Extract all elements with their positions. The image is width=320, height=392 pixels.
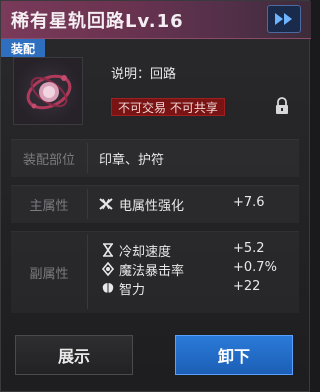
slot-label: 装配部位 xyxy=(22,153,75,168)
unequip-button[interactable]: 卸下 xyxy=(175,335,293,375)
main-attr-label: 主属性 xyxy=(29,199,69,214)
main-attr-divider xyxy=(87,189,88,219)
sub-attr-name-3: 智力 xyxy=(119,283,146,298)
sub-attr-value-2: +0.7% xyxy=(233,260,277,275)
sub-attr-name-1: 冷却速度 xyxy=(119,245,172,260)
circuit-item-icon xyxy=(26,74,72,110)
lock-icon[interactable] xyxy=(273,97,291,115)
sub-attr-value-3: +22 xyxy=(233,279,261,294)
main-attr-name: 电属性强化 xyxy=(119,199,185,214)
item-title: 稀有星轨回路Lv.16 xyxy=(11,11,184,32)
slot-divider xyxy=(87,143,88,173)
electric-attr-icon xyxy=(99,198,113,210)
hourglass-icon xyxy=(103,243,113,257)
slot-value: 印章、护符 xyxy=(99,153,165,168)
fast-forward-icon xyxy=(275,13,292,25)
item-icon-frame[interactable] xyxy=(13,57,83,125)
show-button[interactable]: 展示 xyxy=(15,335,133,375)
sub-attr-divider xyxy=(87,235,88,309)
item-tooltip-panel: 稀有星轨回路Lv.16 装配 说明：回路 不可交易 不可共享 装配部位 印章、护… xyxy=(0,0,311,392)
magic-crit-icon xyxy=(101,262,115,276)
fast-forward-button[interactable] xyxy=(267,5,301,33)
equipped-tag: 装配 xyxy=(1,39,45,57)
item-header: 稀有星轨回路Lv.16 xyxy=(1,1,311,39)
main-attr-value: +7.6 xyxy=(233,195,265,210)
brain-icon xyxy=(102,283,114,293)
sub-attr-label: 副属性 xyxy=(29,267,69,282)
sub-attr-value-1: +5.2 xyxy=(233,241,265,256)
item-description: 说明：回路 xyxy=(111,67,177,82)
sub-attr-name-2: 魔法暴击率 xyxy=(119,264,185,279)
restriction-badge: 不可交易 不可共享 xyxy=(111,98,225,116)
